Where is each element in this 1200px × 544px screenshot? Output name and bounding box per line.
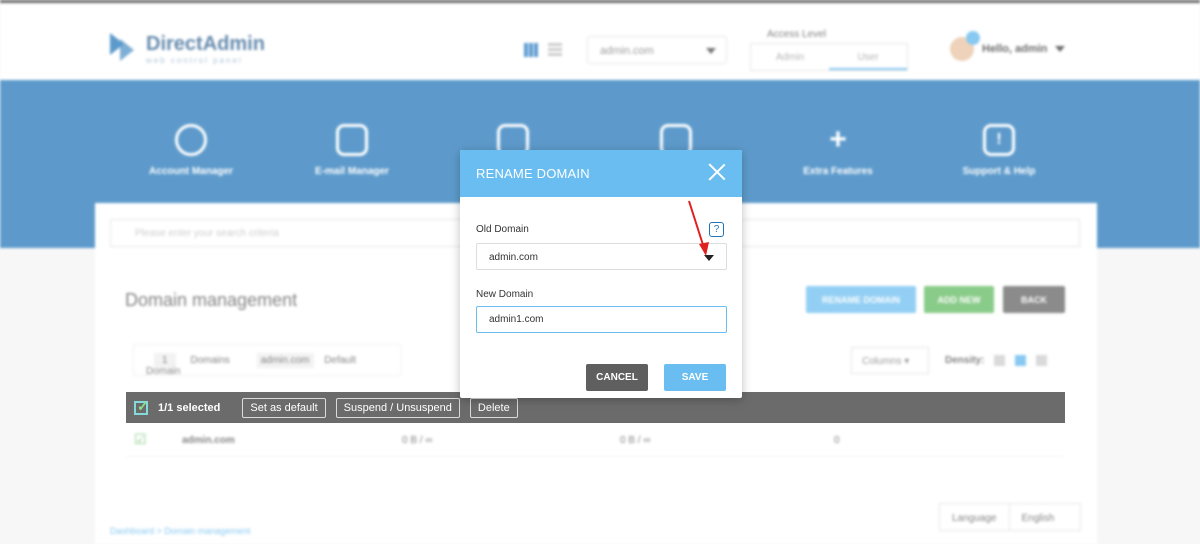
- cancel-button[interactable]: CANCEL: [586, 364, 648, 391]
- new-domain-input[interactable]: [476, 306, 727, 333]
- help-icon[interactable]: ?: [709, 222, 724, 237]
- old-domain-select[interactable]: admin.com: [476, 243, 727, 270]
- old-domain-value: admin.com: [489, 252, 538, 263]
- chevron-down-icon: [704, 255, 714, 261]
- save-button[interactable]: SAVE: [664, 364, 726, 391]
- old-domain-label: Old Domain: [476, 224, 529, 235]
- new-domain-label: New Domain: [476, 289, 534, 300]
- modal-title: RENAME DOMAIN: [476, 166, 590, 181]
- rename-domain-modal: RENAME DOMAIN Old Domain ? admin.com New…: [460, 150, 742, 398]
- close-icon[interactable]: [708, 163, 726, 181]
- modal-header: RENAME DOMAIN: [460, 150, 742, 197]
